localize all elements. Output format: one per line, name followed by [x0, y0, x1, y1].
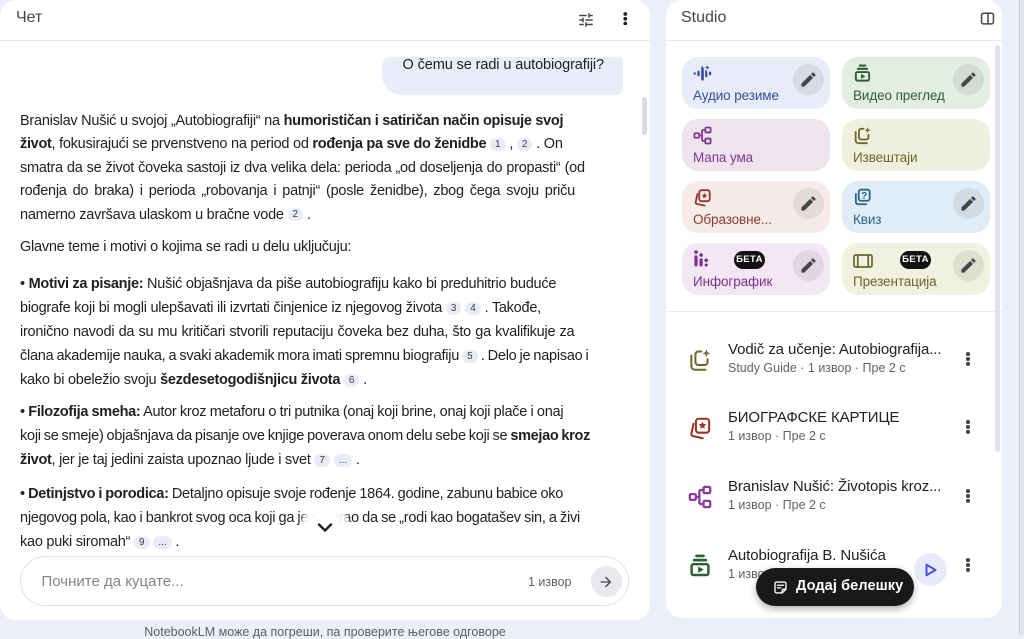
svg-text:?: ? [861, 191, 867, 202]
